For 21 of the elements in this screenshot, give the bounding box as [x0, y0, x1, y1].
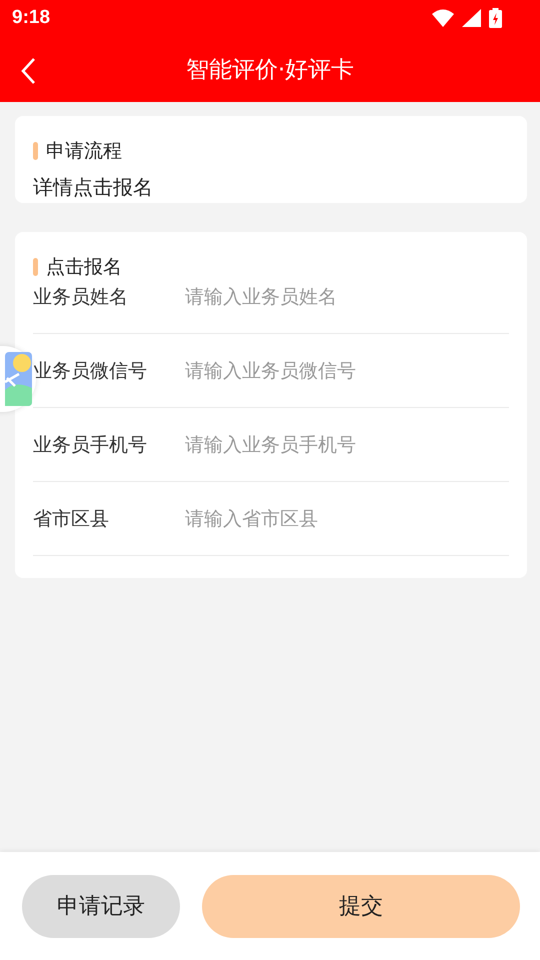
status-time: 9:18: [12, 7, 50, 29]
accent-bar: [33, 142, 38, 160]
section-title: 点击报名: [46, 255, 122, 280]
process-text: 详情点击报名: [33, 174, 154, 201]
field-label: 业务员微信号: [33, 358, 148, 384]
input-field[interactable]: 请输入业务员姓名: [183, 284, 509, 308]
wifi-icon: [432, 9, 454, 27]
input-field[interactable]: 请输入省市区县: [183, 506, 509, 530]
records-button[interactable]: 申请记录: [22, 874, 180, 938]
field-label: 业务员手机号: [33, 432, 148, 458]
submit-button[interactable]: 提交: [202, 874, 520, 938]
back-icon: [20, 57, 36, 85]
battery-icon: [489, 8, 502, 28]
accent-bar: [33, 258, 38, 276]
field-label: 省市区县: [33, 506, 110, 532]
field-label: 业务员姓名: [33, 284, 129, 310]
page-title: 智能评价·好评卡: [186, 56, 354, 84]
signal-icon: [462, 9, 481, 27]
input-field[interactable]: 请输入业务员手机号: [183, 432, 509, 456]
section-title: 申请流程: [46, 139, 122, 164]
input-field[interactable]: 请输入业务员微信号: [183, 358, 509, 382]
